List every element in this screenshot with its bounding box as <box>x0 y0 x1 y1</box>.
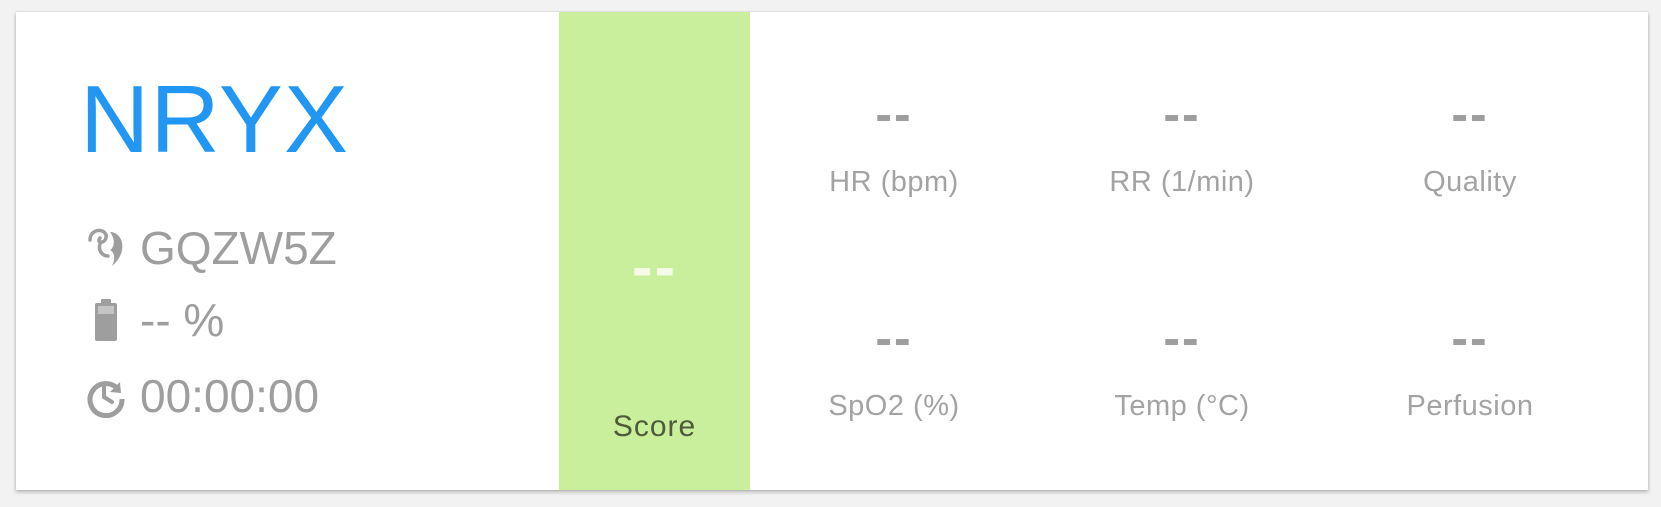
metric-rr-value: -- <box>1163 86 1201 142</box>
metric-quality: -- Quality <box>1326 84 1614 200</box>
score-value: -- <box>631 233 678 302</box>
metric-rr: -- RR (1/min) <box>1038 84 1326 200</box>
metric-temp: -- Temp (°C) <box>1038 308 1326 424</box>
ear-sensor-icon <box>82 224 130 272</box>
metric-spo2-value: -- <box>875 310 913 366</box>
metric-quality-value: -- <box>1451 86 1489 142</box>
metric-hr-label: HR (bpm) <box>829 166 959 198</box>
sensor-id: GQZW5Z <box>140 222 337 274</box>
metric-perfusion-label: Perfusion <box>1406 390 1534 422</box>
battery-icon <box>82 296 130 344</box>
battery-level: -- % <box>140 294 225 346</box>
device-info-panel: NRYX GQZW5Z -- % 00:00:00 <box>16 12 559 490</box>
score-panel[interactable]: -- Score <box>559 12 750 490</box>
elapsed-row: 00:00:00 <box>82 370 319 422</box>
device-name: NRYX <box>80 66 349 173</box>
metric-temp-value: -- <box>1163 310 1201 366</box>
patient-card[interactable]: NRYX GQZW5Z -- % 00:00:00 -- Score -- HR… <box>16 12 1648 490</box>
sensor-id-row: GQZW5Z <box>82 222 337 274</box>
metric-rr-label: RR (1/min) <box>1109 166 1255 198</box>
metric-quality-label: Quality <box>1423 166 1517 198</box>
elapsed-time: 00:00:00 <box>140 370 320 422</box>
metric-perfusion: -- Perfusion <box>1326 308 1614 424</box>
metric-perfusion-value: -- <box>1451 310 1489 366</box>
metric-hr: -- HR (bpm) <box>750 84 1038 200</box>
metric-spo2: -- SpO2 (%) <box>750 308 1038 424</box>
restore-clock-icon <box>82 372 130 420</box>
metric-temp-label: Temp (°C) <box>1114 390 1250 422</box>
score-label: Score <box>612 410 697 443</box>
vitals-grid: -- HR (bpm) -- RR (1/min) -- Quality -- … <box>750 12 1648 490</box>
battery-row: -- % <box>82 294 224 346</box>
metric-spo2-label: SpO2 (%) <box>828 390 960 422</box>
metric-hr-value: -- <box>875 86 913 142</box>
